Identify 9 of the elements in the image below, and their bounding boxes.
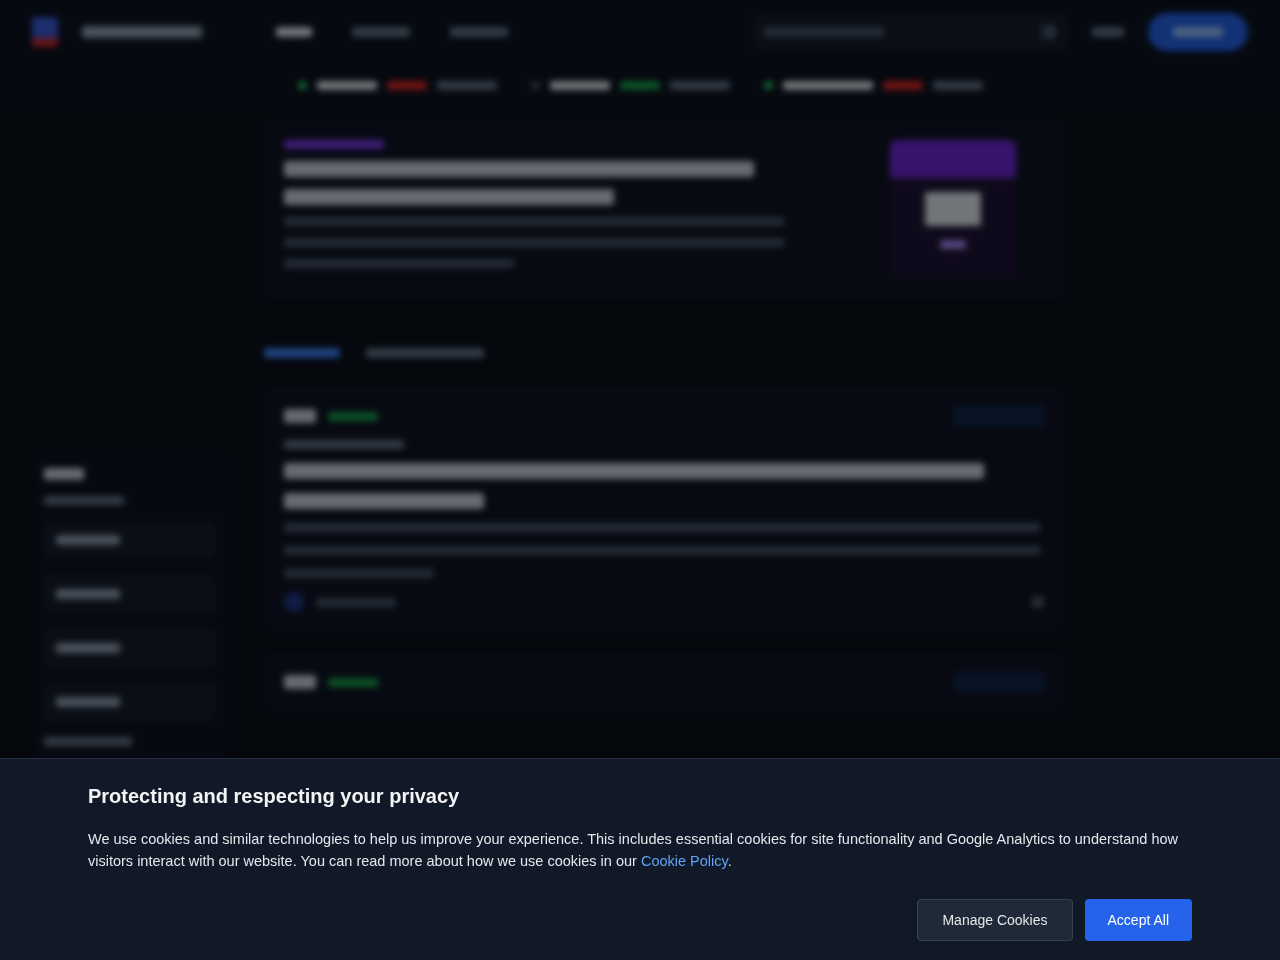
status-dot <box>763 80 773 90</box>
status-dot <box>297 80 307 90</box>
cookie-text: We use cookies and similar technologies to help us improve your experience. This includes essential cookies for site functionality and Google Analytics to understand how visitors interact with our website. You can read more about how we use cookies in our Cookie Policy. <box>88 830 1179 871</box>
logo-icon <box>32 17 58 47</box>
avatar-icon <box>284 592 304 612</box>
cookie-policy-link[interactable]: Cookie Policy <box>640 853 728 869</box>
manage-cookies-button[interactable]: Manage Cookies <box>917 899 1073 941</box>
accept-all-button[interactable]: Accept All <box>1084 899 1192 941</box>
cookie-title: Protecting and respecting your privacy <box>88 785 461 808</box>
